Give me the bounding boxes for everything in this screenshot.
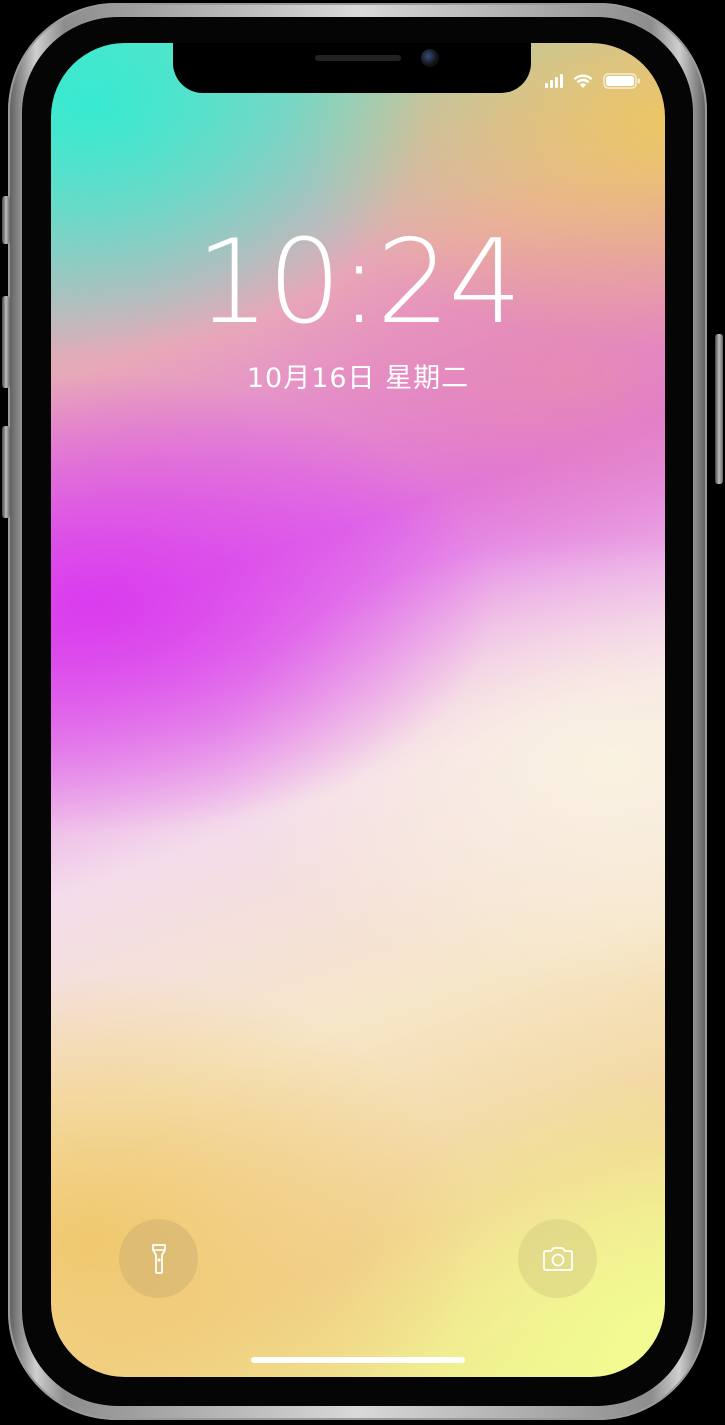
lock-screen-time: 10:24 <box>195 215 522 350</box>
cellular-signal-icon <box>545 74 563 88</box>
volume-up-button <box>2 296 10 388</box>
camera-icon <box>542 1246 573 1271</box>
volume-down-button <box>2 426 10 518</box>
wifi-icon <box>573 73 593 89</box>
battery-full-icon <box>603 73 641 89</box>
front-camera <box>421 49 439 67</box>
lock-screen-date: 10月16日 星期二 <box>246 363 470 394</box>
lock-screen: 10:24 10月16日 星期二 <box>51 43 665 1377</box>
flashlight-icon <box>151 1243 166 1274</box>
earpiece-speaker <box>315 55 401 61</box>
flashlight-button[interactable] <box>119 1219 198 1298</box>
silent-switch <box>2 196 10 244</box>
home-indicator[interactable] <box>251 1357 465 1363</box>
status-bar <box>545 71 641 91</box>
power-button <box>715 334 723 484</box>
camera-button[interactable] <box>518 1219 597 1298</box>
notch <box>173 43 531 93</box>
